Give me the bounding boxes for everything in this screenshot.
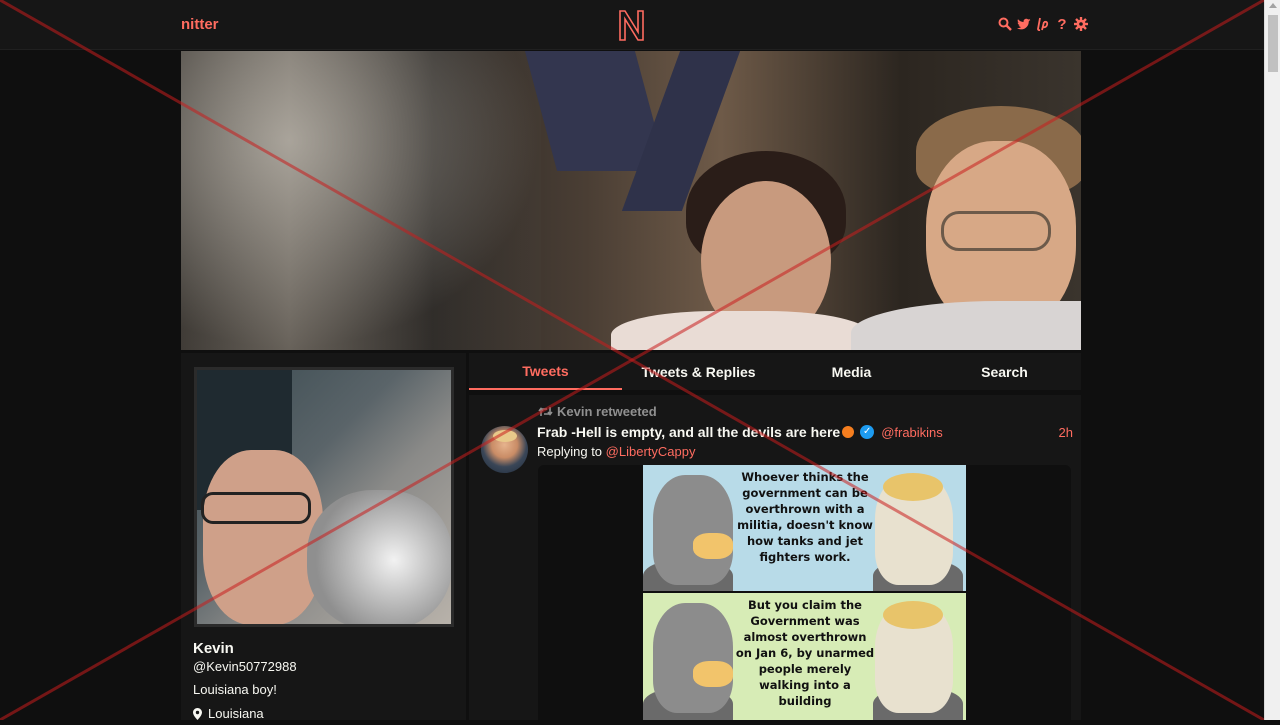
tweet-header: Frab -Hell is empty, and all the devils … [537,424,1073,440]
verified-badge-icon: ✓ [860,425,875,439]
profile-fullname[interactable]: Kevin [193,640,234,657]
orange-emoji-icon [842,426,855,438]
tweet-image[interactable]: Whoever thinks the government can be ove… [643,465,966,720]
tweet-fullname[interactable]: Frab -Hell is empty, and all the devils … [537,424,840,440]
comic-panel: Whoever thinks the government can be ove… [643,465,966,591]
retweet-header: Kevin retweeted [538,404,657,419]
profile-location: Louisiana [193,706,264,721]
tab-search[interactable]: Search [928,353,1081,390]
retweet-header-text: Kevin retweeted [557,404,657,419]
help-icon[interactable]: ? [1055,16,1069,33]
profile-avatar[interactable] [194,367,454,627]
avatar-face [203,450,323,624]
settings-icon[interactable] [1074,16,1088,32]
nitter-logo-icon[interactable] [617,8,646,42]
banner-glare [181,51,541,350]
banner-person-shirt [611,311,871,350]
tab-tweets-replies[interactable]: Tweets & Replies [622,353,775,390]
scrollbar-thumb[interactable] [1268,15,1278,72]
search-icon[interactable] [998,16,1012,32]
tab-media[interactable]: Media [775,353,928,390]
nav-icons: ? [998,16,1088,33]
comic-figure-masked [653,475,733,585]
banner-person-shirt [851,301,1081,350]
tab-tweets[interactable]: Tweets [469,353,622,390]
comic-mask [693,661,733,687]
avatar-cat [307,490,451,624]
tweet-date[interactable]: 2h [1059,425,1073,440]
navbar: nitter ? [0,0,1264,50]
profile-username[interactable]: @Kevin50772988 [193,659,297,674]
liberapay-icon[interactable] [1036,16,1050,32]
timeline-tabs: Tweets Tweets & Replies Media Search [469,353,1081,390]
comic-speech-text: Whoever thinks the government can be ove… [737,470,873,564]
banner-person-glasses [941,211,1051,251]
comic-figure-masked [653,603,733,713]
comic-figure-blond [875,473,953,585]
timeline-item[interactable]: Kevin retweeted Frab -Hell is empty, and… [469,395,1081,725]
comic-hair [883,473,943,501]
replying-prefix: Replying to [537,444,603,459]
page-scrollbar[interactable] [1264,0,1280,720]
comic-mask [693,533,733,559]
comic-speech-text: But you claim the Government was almost … [735,598,875,708]
avatar-glasses [201,492,311,524]
tweet-attachment: Whoever thinks the government can be ove… [538,465,1071,725]
profile-card: Kevin @Kevin50772988 Louisiana boy! Loui… [181,353,466,721]
profile-bio: Louisiana boy! [193,682,277,697]
comic-panel: But you claim the Government was almost … [643,593,966,720]
comic-figure-blond [875,601,953,713]
profile-banner-image[interactable] [181,51,1081,350]
profile-location-text: Louisiana [208,706,264,721]
replying-to: Replying to @LibertyCappy [537,444,695,459]
tweet-avatar[interactable] [481,426,528,473]
retweet-icon [538,407,553,416]
site-brand-link[interactable]: nitter [181,16,219,33]
twitter-bird-icon[interactable] [1017,16,1031,32]
tweet-username[interactable]: @frabikins [881,425,943,440]
scroll-up-arrow-icon[interactable] [1269,3,1277,8]
tweet-avatar-hair [493,430,517,442]
location-pin-icon [193,707,202,720]
replying-to-link[interactable]: @LibertyCappy [606,444,696,459]
comic-hair [883,601,943,629]
